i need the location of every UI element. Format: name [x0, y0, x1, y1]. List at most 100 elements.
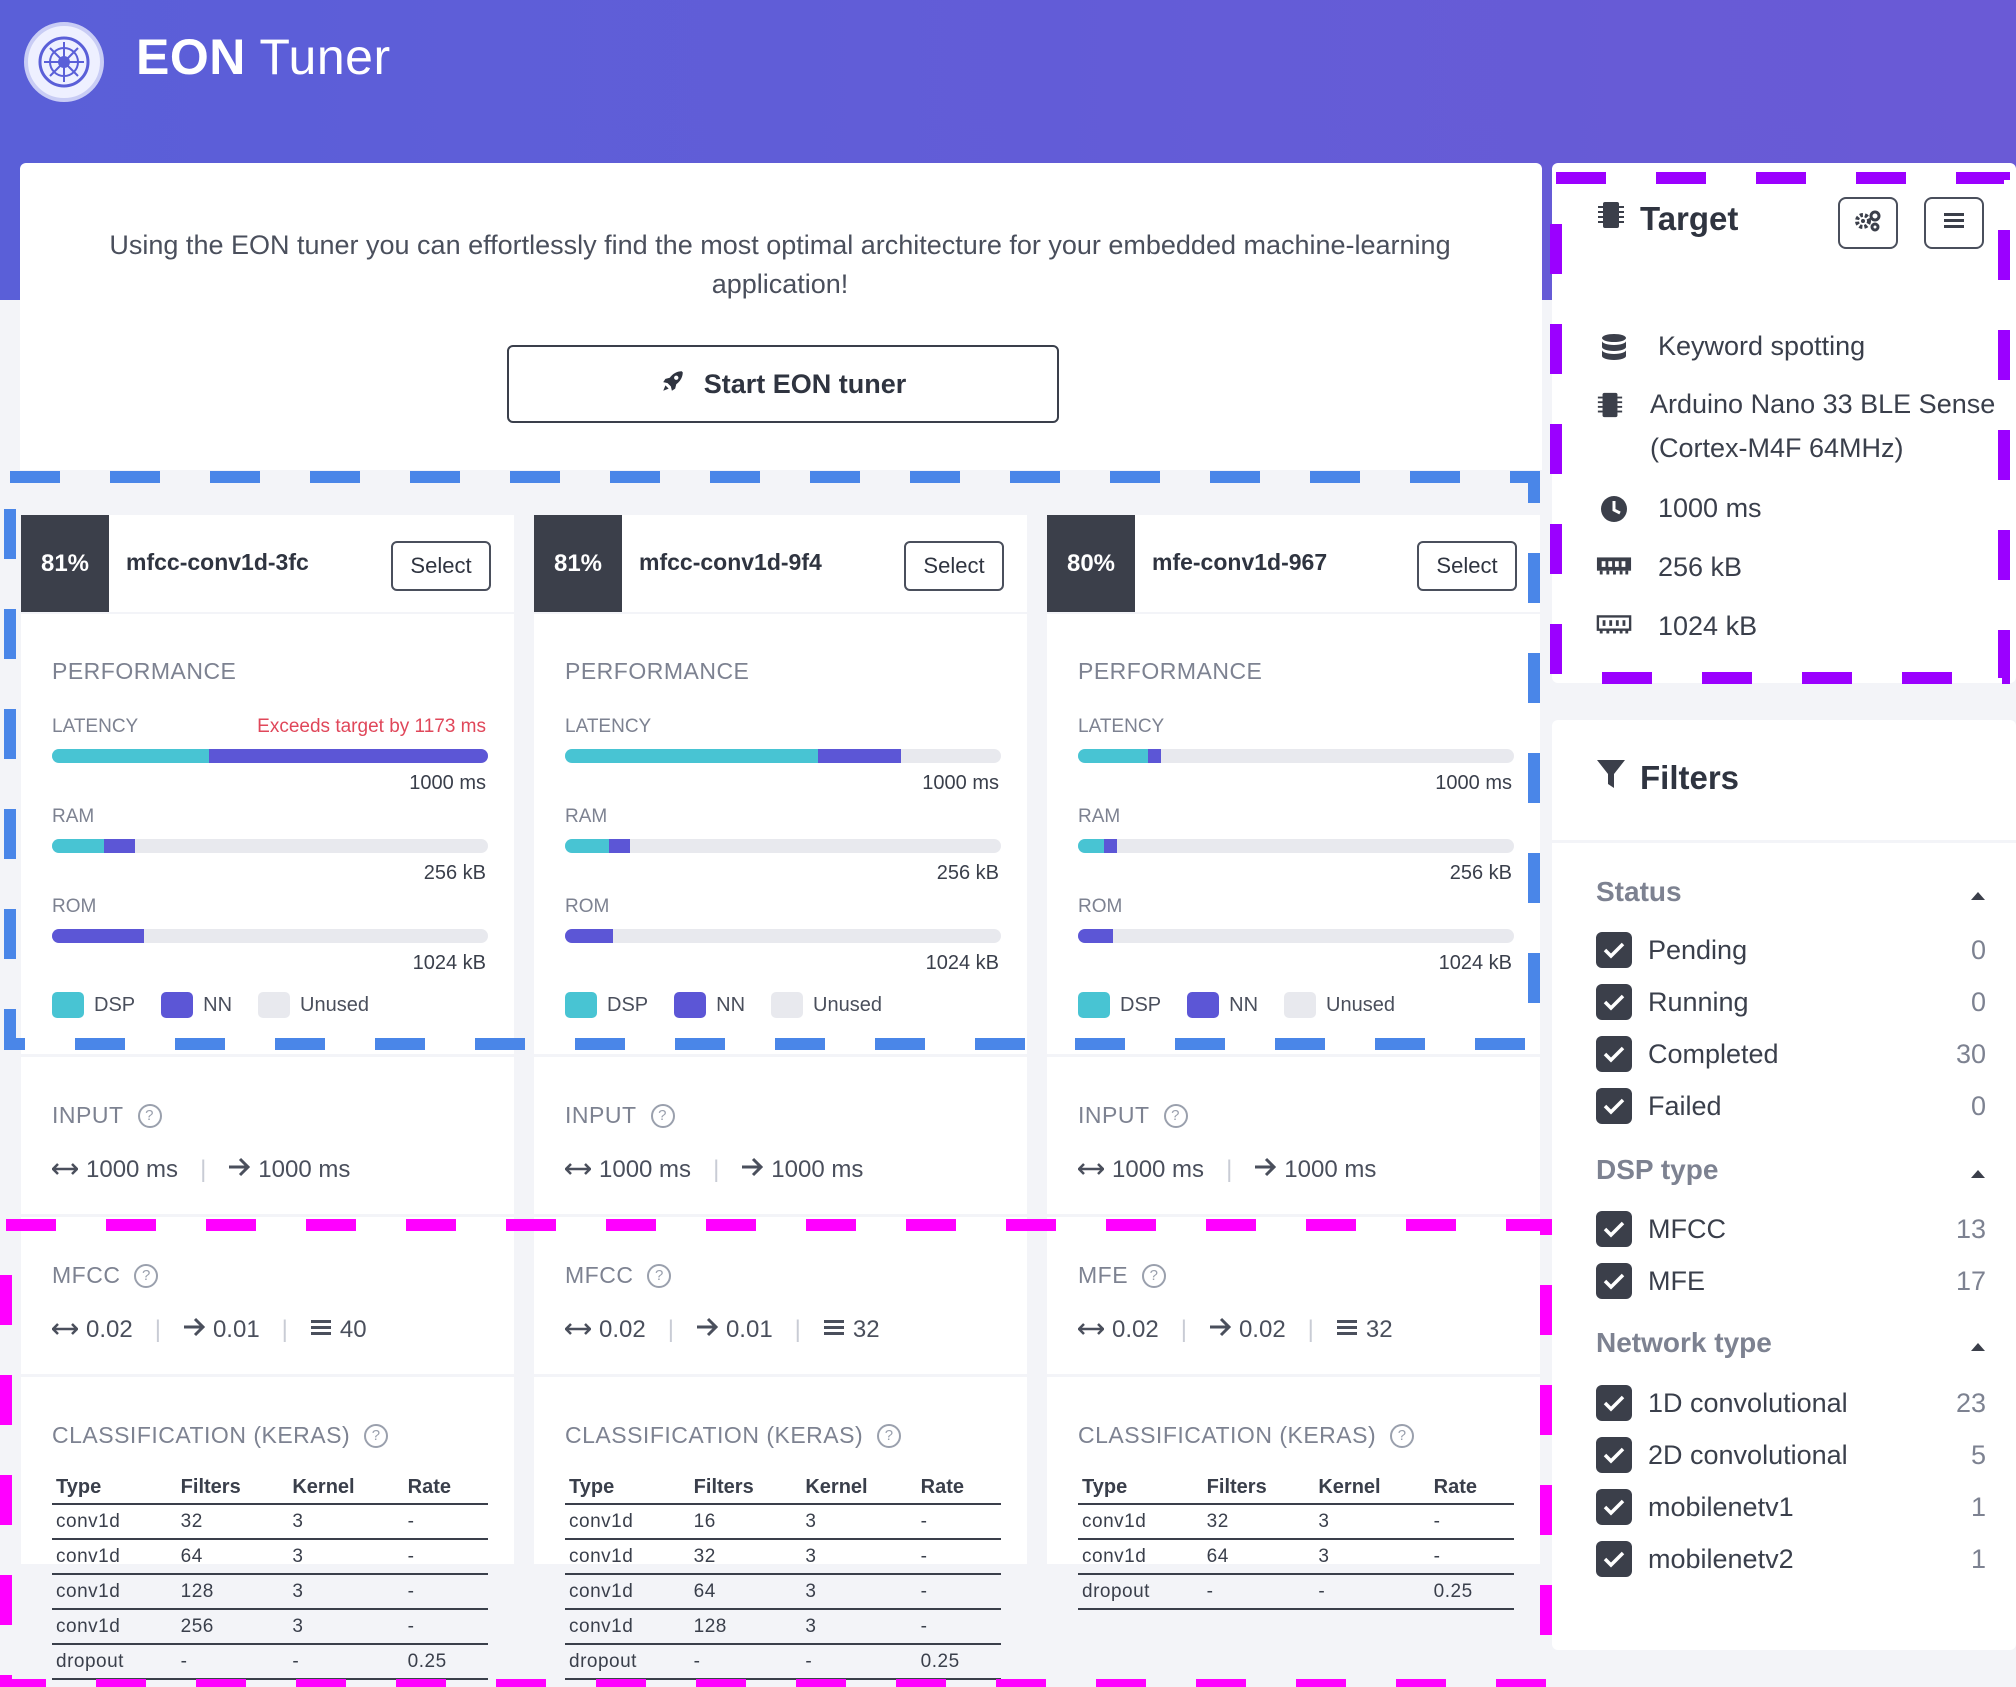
help-icon[interactable]: ? [137, 1103, 162, 1128]
layer-cell: - [916, 1504, 1001, 1540]
filter-option-count: 13 [1955, 1213, 1986, 1244]
input-info: 1000 ms | 1000 ms [51, 1156, 350, 1184]
filter-icon [1596, 758, 1626, 798]
filter-group-header[interactable]: Network type [1596, 1327, 1986, 1359]
dsp-window: 0.02 [1112, 1316, 1159, 1343]
latency-target: 1000 ms [1435, 772, 1512, 794]
rom-target: 1024 kB [412, 952, 486, 974]
collapse-caret-icon[interactable] [1970, 1154, 1986, 1186]
dsp-info: 0.02 | 0.01 | 40 [51, 1316, 367, 1344]
rom-label: ROM [565, 896, 610, 917]
layer-cell: dropout [565, 1644, 690, 1680]
target-item-text: Keyword spotting [1658, 331, 1866, 361]
select-button[interactable]: Select [1417, 541, 1517, 591]
help-icon[interactable]: ? [364, 1423, 389, 1448]
filter-option-count: 0 [1970, 986, 1986, 1017]
ram-target: 256 kB [1449, 862, 1512, 884]
filter-option-count: 1 [1970, 1543, 1986, 1574]
checkbox-checked-icon[interactable] [1596, 1211, 1632, 1247]
dsp-title: MFCC? [52, 1262, 159, 1289]
filter-option[interactable]: 1D convolutional 23 [1596, 1385, 1986, 1421]
checkbox-checked-icon[interactable] [1596, 1541, 1632, 1577]
classification-title: CLASSIFICATION (KERAS)? [52, 1422, 389, 1449]
rom-nn-fill [1078, 929, 1113, 943]
filter-option[interactable]: mobilenetv2 1 [1596, 1541, 1986, 1577]
help-icon[interactable]: ? [134, 1263, 159, 1288]
coefficients-icon [1336, 1316, 1358, 1344]
accuracy-score: 80% [1047, 515, 1135, 612]
layer-row: conv1d 128 3- [565, 1609, 1001, 1645]
help-icon[interactable]: ? [877, 1423, 902, 1448]
filter-option[interactable]: 2D convolutional 5 [1596, 1437, 1986, 1473]
model-name: mfcc-conv1d-3fc [126, 549, 309, 575]
classification-title: CLASSIFICATION (KERAS)? [1078, 1422, 1415, 1449]
clock-icon [1596, 486, 1632, 524]
checkbox-checked-icon[interactable] [1596, 1385, 1632, 1421]
ram-label: RAM [1078, 806, 1121, 827]
filter-option[interactable]: MFE 17 [1596, 1263, 1986, 1299]
layer-cell: 3 [288, 1609, 404, 1645]
model-body: PERFORMANCE LATENCY 1000 ms RAM 256 kB R… [1047, 614, 1540, 1610]
checkbox-checked-icon[interactable] [1596, 1489, 1632, 1525]
filter-option[interactable]: Completed 30 [1596, 1036, 1986, 1072]
help-icon[interactable]: ? [1390, 1423, 1415, 1448]
checkbox-checked-icon[interactable] [1596, 984, 1632, 1020]
memory-icon [1596, 545, 1632, 577]
layer-cell: - [1202, 1574, 1315, 1610]
input-info: 1000 ms | 1000 ms [564, 1156, 863, 1184]
latency-label: LATENCY [565, 716, 652, 737]
ram-nn-fill [104, 839, 135, 853]
input-stride: 1000 ms [1284, 1156, 1377, 1183]
latency-bar [565, 749, 1001, 763]
checkbox-checked-icon[interactable] [1596, 1036, 1632, 1072]
ram-nn-fill [608, 839, 631, 853]
help-icon[interactable]: ? [1142, 1263, 1167, 1288]
select-button[interactable]: Select [904, 541, 1004, 591]
layer-cell: conv1d [565, 1574, 690, 1610]
legend-dsp: DSP [52, 992, 135, 1018]
rom-bar [565, 929, 1001, 943]
start-eon-tuner-button[interactable]: Start EON tuner [507, 345, 1059, 423]
nn-swatch [1187, 992, 1220, 1018]
help-icon[interactable]: ? [1163, 1103, 1188, 1128]
layer-cell: - [176, 1644, 289, 1680]
target-item: 1000 ms [1596, 486, 1996, 530]
layer-row: dropout - -0.25 [565, 1644, 1001, 1680]
collapse-caret-icon[interactable] [1970, 876, 1986, 908]
legend-dsp: DSP [565, 992, 648, 1018]
filter-group-header[interactable]: DSP type [1596, 1154, 1986, 1186]
collapse-caret-icon[interactable] [1970, 1327, 1986, 1359]
select-button[interactable]: Select [391, 541, 491, 591]
layer-cell: - [288, 1644, 404, 1680]
checkbox-checked-icon[interactable] [1596, 1088, 1632, 1124]
filter-option[interactable]: mobilenetv1 1 [1596, 1489, 1986, 1525]
dsp-stride: 0.02 [1238, 1316, 1286, 1343]
filter-group-header[interactable]: Status [1596, 876, 1986, 908]
filter-option[interactable]: Running 0 [1596, 984, 1986, 1020]
help-icon[interactable]: ? [650, 1103, 675, 1128]
checkbox-checked-icon[interactable] [1596, 1263, 1632, 1299]
layers-header: Rate [916, 1470, 1001, 1505]
filter-option[interactable]: MFCC 13 [1596, 1211, 1986, 1247]
target-list-button[interactable] [1924, 197, 1984, 249]
filter-option[interactable]: Pending 0 [1596, 932, 1986, 968]
target-item-text: Arduino Nano 33 BLE Sense (Cortex-M4F 64… [1650, 389, 1996, 463]
checkbox-checked-icon[interactable] [1596, 932, 1632, 968]
layer-cell: 16 [689, 1504, 802, 1540]
filter-option[interactable]: Failed 0 [1596, 1088, 1986, 1124]
layers-header: Filters [1202, 1470, 1315, 1505]
target-title: Target [1596, 199, 1738, 239]
list-icon [1943, 211, 1965, 236]
filter-option-label: Completed [1648, 1038, 1779, 1069]
checkbox-checked-icon[interactable] [1596, 1437, 1632, 1473]
layer-row: dropout - -0.25 [1078, 1574, 1514, 1610]
app-title: EON Tuner [136, 29, 391, 85]
help-icon[interactable]: ? [647, 1263, 672, 1288]
section-divider [534, 1054, 1027, 1057]
layer-cell: 3 [288, 1574, 404, 1610]
target-settings-button[interactable] [1838, 197, 1898, 249]
layer-row: conv1d 128 3- [52, 1574, 488, 1610]
latency-target: 1000 ms [409, 772, 486, 794]
dsp-coefficients: 32 [852, 1316, 880, 1343]
model-card: 81% mfcc-conv1d-3fc Select PERFORMANCE L… [21, 515, 514, 1687]
